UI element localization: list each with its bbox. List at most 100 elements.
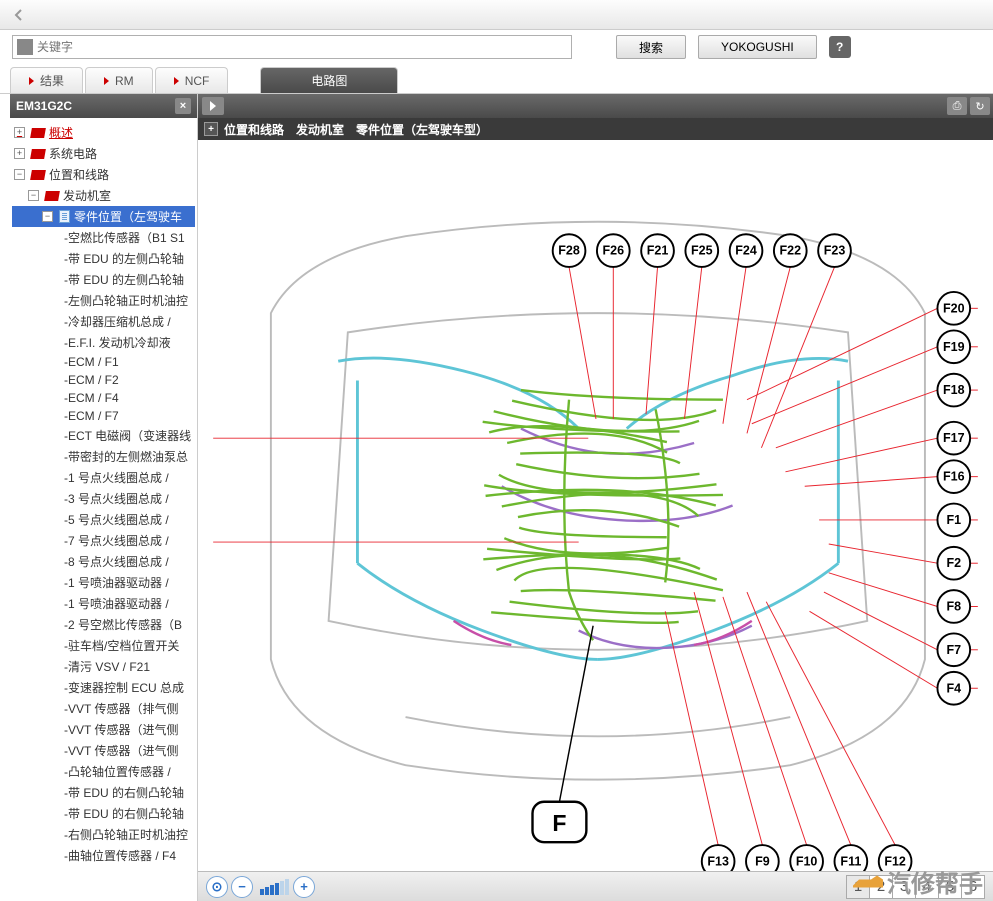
tree-toggler-icon[interactable]: −	[28, 190, 39, 201]
zoom-reset-icon[interactable]: ⊙	[206, 876, 228, 898]
tree-leaf[interactable]: 1 号喷油器驱动器 /	[12, 593, 195, 614]
tree-leaf[interactable]: ECT 电磁阀（变速器线	[12, 425, 195, 446]
tree-leaf[interactable]: ECM / F7	[12, 407, 195, 425]
svg-text:F16: F16	[943, 470, 965, 484]
back-icon[interactable]	[10, 6, 28, 24]
tab-results[interactable]: 结果	[10, 67, 83, 93]
tree-leaf[interactable]: 带 EDU 的左侧凸轮轴	[12, 269, 195, 290]
tree-leaf[interactable]: 8 号点火线圈总成 /	[12, 551, 195, 572]
svg-text:F22: F22	[779, 244, 801, 258]
chevron-right-icon	[104, 77, 109, 85]
window-toolbar	[0, 0, 993, 30]
tree-node[interactable]: −发动机室	[12, 185, 195, 206]
play-icon[interactable]	[202, 97, 224, 115]
zoom-out-icon[interactable]: −	[231, 876, 253, 898]
tab-label: NCF	[185, 74, 210, 88]
yokogushi-button[interactable]: YOKOGUSHI	[698, 35, 817, 59]
tree-leaf[interactable]: 曲轴位置传感器 / F4	[12, 845, 195, 866]
tree-leaf[interactable]: 5 号点火线圈总成 /	[12, 509, 195, 530]
tab-circuit-diagram[interactable]: 电路图	[260, 67, 398, 93]
tab-ncf[interactable]: NCF	[155, 67, 229, 93]
search-lead-icon	[17, 39, 33, 55]
close-icon[interactable]: ×	[175, 98, 191, 114]
tree-label: 带 EDU 的左侧凸轮轴	[68, 250, 184, 267]
tree-leaf[interactable]: 带 EDU 的右侧凸轮轴	[12, 803, 195, 824]
tree-leaf[interactable]: 带密封的左侧燃油泵总	[12, 446, 195, 467]
svg-text:F17: F17	[943, 431, 965, 445]
tree-leaf[interactable]: 左侧凸轮轴正时机油控	[12, 290, 195, 311]
refresh-icon[interactable]: ↻	[970, 97, 990, 115]
svg-text:F20: F20	[943, 301, 965, 315]
print-icon[interactable]: ⎙	[947, 97, 967, 115]
tree-label: VVT 传感器（排气侧	[68, 700, 178, 717]
tree-node[interactable]: + 系统电路	[12, 143, 195, 164]
svg-text:F21: F21	[647, 244, 669, 258]
breadcrumb-bar: + 位置和线路 发动机室 零件位置（左驾驶车型）	[198, 118, 993, 140]
tree-leaf[interactable]: 空燃比传感器（B1 S1	[12, 227, 195, 248]
book-icon	[30, 149, 46, 159]
search-input-wrap[interactable]	[12, 35, 572, 59]
tree-label: VVT 传感器（进气侧	[68, 742, 178, 759]
tree-label: 凸轮轴位置传感器 /	[68, 763, 171, 780]
tree-node[interactable]: −零件位置（左驾驶车	[12, 206, 195, 227]
help-icon[interactable]: ?	[829, 36, 851, 58]
tree-leaf[interactable]: 2 号空燃比传感器（B	[12, 614, 195, 635]
tree-label: E.F.I. 发动机冷却液	[68, 334, 171, 351]
svg-text:F8: F8	[946, 599, 961, 613]
tree-leaf[interactable]: 带 EDU 的右侧凸轮轴	[12, 782, 195, 803]
tree-leaf[interactable]: 凸轮轴位置传感器 /	[12, 761, 195, 782]
tree-toggler-icon[interactable]: −	[14, 169, 25, 180]
tree-leaf[interactable]: 变速器控制 ECU 总成	[12, 677, 195, 698]
expand-icon[interactable]: +	[204, 122, 218, 136]
tree-leaf[interactable]: 1 号喷油器驱动器 /	[12, 572, 195, 593]
tree-leaf[interactable]: VVT 传感器（进气侧	[12, 740, 195, 761]
tree-leaf[interactable]: ECM / F4	[12, 389, 195, 407]
tab-label: 电路图	[311, 72, 347, 89]
tree-leaf[interactable]: 7 号点火线圈总成 /	[12, 530, 195, 551]
content-panel: ⎙ ↻ + 位置和线路 发动机室 零件位置（左驾驶车型） F28F26F21F2…	[198, 94, 993, 901]
svg-text:F9: F9	[755, 854, 770, 868]
wiring-diagram: F28F26F21F25F24F22F23F20F19F18F17F16F1F2…	[198, 140, 993, 871]
tree-leaf[interactable]: VVT 传感器（排气侧	[12, 698, 195, 719]
tree-leaf[interactable]: 右侧凸轮轴正时机油控	[12, 824, 195, 845]
tab-rm[interactable]: RM	[85, 67, 153, 93]
tree-leaf[interactable]: 驻车档/空档位置开关	[12, 635, 195, 656]
tree-panel: EM31G2C × + 概述 + 系统电路 −位置和线路−发动机室−零件位置（左驾驶车空…	[10, 94, 198, 901]
tree-toggler-icon[interactable]: +	[14, 127, 25, 138]
tree-leaf[interactable]: 1 号点火线圈总成 /	[12, 467, 195, 488]
tree-header: EM31G2C ×	[10, 94, 197, 118]
tree-label: 带密封的左侧燃油泵总	[68, 448, 188, 465]
tree-toggler-icon[interactable]: +	[14, 148, 25, 159]
tab-label: 结果	[40, 72, 64, 89]
svg-text:F28: F28	[558, 244, 580, 258]
content-header: ⎙ ↻	[198, 94, 993, 118]
breadcrumb-text: 位置和线路 发动机室 零件位置（左驾驶车型）	[224, 121, 488, 138]
tree-label: ECM / F2	[68, 373, 119, 387]
search-button[interactable]: 搜索	[616, 35, 686, 59]
tree-label: 系统电路	[49, 145, 97, 162]
tree-leaf[interactable]: E.F.I. 发动机冷却液	[12, 332, 195, 353]
tree-toggler-icon[interactable]: −	[42, 211, 53, 222]
tree-leaf[interactable]: ECM / F1	[12, 353, 195, 371]
tree-leaf[interactable]: VVT 传感器（进气侧	[12, 719, 195, 740]
chevron-right-icon	[29, 77, 34, 85]
tree-node[interactable]: −位置和线路	[12, 164, 195, 185]
tree-label: 带 EDU 的右侧凸轮轴	[68, 805, 184, 822]
tree-leaf[interactable]: 冷却器压缩机总成 /	[12, 311, 195, 332]
tree-leaf[interactable]: 清污 VSV / F21	[12, 656, 195, 677]
search-input[interactable]	[37, 40, 567, 54]
watermark: 汽修帮手	[853, 864, 983, 899]
tree-label: ECT 电磁阀（变速器线	[68, 427, 191, 444]
tree-leaf[interactable]: 3 号点火线圈总成 /	[12, 488, 195, 509]
tree-label: 冷却器压缩机总成 /	[68, 313, 171, 330]
tree-node[interactable]: + 概述	[12, 122, 195, 143]
tree-leaf[interactable]: 带 EDU 的左侧凸轮轴	[12, 248, 195, 269]
tree-body[interactable]: + 概述 + 系统电路 −位置和线路−发动机室−零件位置（左驾驶车空燃比传感器（B1 S…	[10, 118, 197, 901]
svg-text:F25: F25	[691, 244, 713, 258]
tree-title: EM31G2C	[16, 99, 72, 113]
tree-label: 概述	[49, 124, 73, 141]
tree-leaf[interactable]: ECM / F2	[12, 371, 195, 389]
svg-text:F18: F18	[943, 383, 965, 397]
diagram-area[interactable]: F28F26F21F25F24F22F23F20F19F18F17F16F1F2…	[198, 140, 993, 871]
zoom-in-icon[interactable]: +	[293, 876, 315, 898]
